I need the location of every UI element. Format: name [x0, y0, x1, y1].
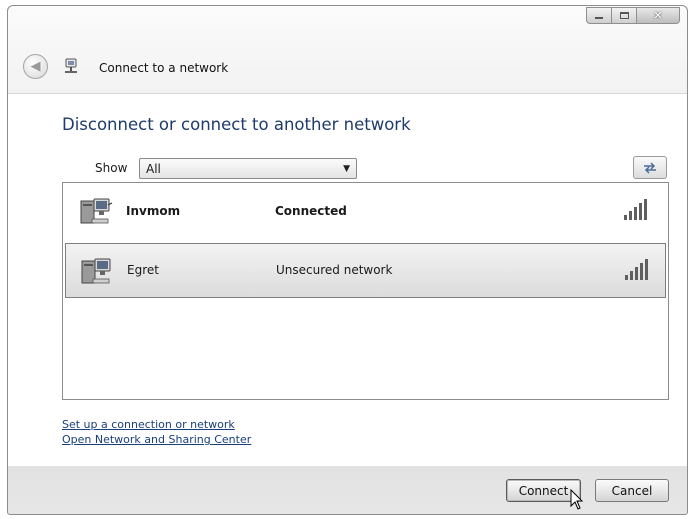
network-icon — [65, 58, 77, 73]
network-item-egret[interactable]: Egret Unsecured network — [65, 243, 666, 298]
chevron-down-icon: ▼ — [343, 163, 350, 174]
network-name: Egret — [127, 263, 159, 277]
setup-connection-link[interactable]: Set up a connection or network — [62, 418, 235, 431]
network-item-invmom[interactable]: Invmom Connected — [65, 184, 666, 239]
minimize-icon — [595, 17, 603, 19]
back-button[interactable]: ◀ — [23, 54, 48, 79]
refresh-button[interactable] — [633, 156, 667, 179]
computer-network-icon — [80, 198, 113, 224]
network-sharing-center-link[interactable]: Open Network and Sharing Center — [62, 433, 251, 446]
window-title: Connect to a network — [99, 61, 229, 75]
content-area: Disconnect or connect to another network… — [8, 93, 687, 466]
show-filter-value: All — [146, 161, 161, 176]
maximize-button[interactable] — [612, 7, 637, 24]
show-label: Show — [95, 161, 128, 175]
computer-network-icon — [81, 258, 111, 284]
mouse-cursor-icon — [570, 489, 584, 510]
page-heading: Disconnect or connect to another network — [62, 115, 411, 134]
back-arrow-icon: ◀ — [30, 59, 41, 74]
refresh-icon — [644, 161, 656, 174]
close-icon: ✕ — [653, 9, 663, 22]
maximize-icon — [619, 12, 629, 19]
network-list: Invmom Connected Egret Unsecured network — [62, 182, 669, 400]
network-status: Connected — [275, 204, 347, 218]
window-controls: ✕ — [586, 7, 680, 24]
connect-to-network-window: ✕ ◀ Connect to a network Disconnect or c… — [7, 5, 688, 515]
minimize-button[interactable] — [586, 7, 612, 24]
signal-strength-icon — [625, 259, 648, 280]
cancel-button[interactable]: Cancel — [595, 479, 669, 502]
network-name: Invmom — [126, 204, 181, 218]
show-filter-dropdown[interactable]: All ▼ — [139, 158, 357, 179]
network-status: Unsecured network — [276, 263, 393, 277]
signal-strength-icon — [624, 199, 647, 220]
close-button[interactable]: ✕ — [637, 7, 680, 24]
